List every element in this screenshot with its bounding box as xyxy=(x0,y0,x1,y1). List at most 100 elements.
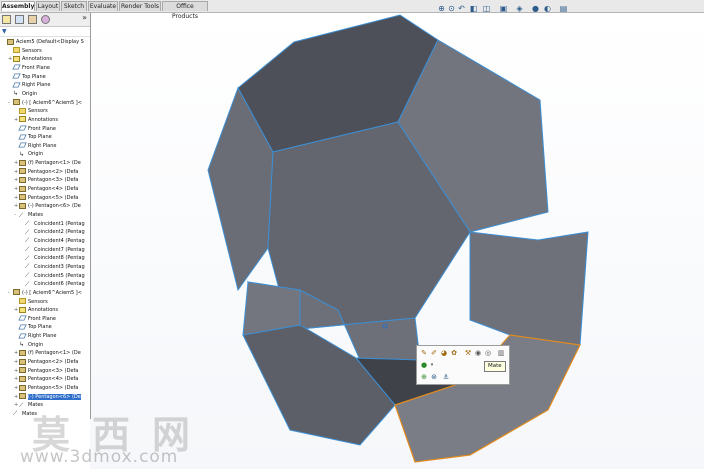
tree-item[interactable]: + Pentagon<2> (Defa xyxy=(14,168,78,177)
tree-item[interactable]: ↳ Origin xyxy=(14,150,43,159)
zoom-area-icon[interactable]: ⊙ xyxy=(447,4,456,13)
apply-scene-icon[interactable]: ◐ xyxy=(543,4,552,13)
previous-view-icon[interactable]: ↶ xyxy=(457,4,466,13)
view-settings-icon[interactable]: ▤ xyxy=(559,4,568,13)
appearance-dropdown-icon[interactable]: ▾ xyxy=(428,361,436,369)
rotate-icon[interactable]: ⊛ xyxy=(430,373,438,381)
zoom-to-fit-icon[interactable]: ⊕ xyxy=(437,4,446,13)
tree-item-label: (-) [ Aciem6^Aciem5 ]< xyxy=(22,289,82,296)
change-transparency-icon[interactable]: ◎ xyxy=(484,349,492,357)
edit-appearance-icon[interactable]: ● xyxy=(531,4,540,13)
tree-item[interactable]: ⟋ Coincident7 (Pentag xyxy=(20,246,85,255)
tree-item[interactable]: + (f) Pentagon<1> (De xyxy=(14,349,81,358)
display-manager-icon[interactable] xyxy=(41,15,50,24)
hide-show-icon[interactable]: ◈ xyxy=(515,4,524,13)
tree-item[interactable]: ↳ Origin xyxy=(14,341,43,350)
tree-item-label: Front Plane xyxy=(28,315,56,322)
tree-item[interactable]: ⟋ Coincident6 (Pentag xyxy=(20,280,85,289)
mate-icon[interactable]: ✎ xyxy=(420,349,428,357)
tree-item[interactable]: + Pentagon<4> (Defa xyxy=(14,185,78,194)
property-manager-icon[interactable] xyxy=(15,15,24,24)
part-icon xyxy=(19,168,26,175)
part-icon xyxy=(19,367,26,374)
tree-item[interactable]: + Annotations xyxy=(14,116,58,125)
tree-item[interactable]: - (-) [ Aciem6^Aciem5 ]< xyxy=(8,289,82,298)
tree-item[interactable]: Top Plane xyxy=(8,73,46,82)
tree-item[interactable]: + Pentagon<5> (Defa xyxy=(14,384,78,393)
tree-item[interactable]: Front Plane xyxy=(14,315,56,324)
plane-icon xyxy=(12,73,21,79)
tab-render-tools[interactable]: Render Tools xyxy=(119,1,161,11)
tree-item[interactable]: Right Plane xyxy=(14,332,56,341)
tree-item[interactable]: + Pentagon<2> (Defa xyxy=(14,358,78,367)
tree-item[interactable]: + (-) Pentagon<6> (De xyxy=(14,393,81,402)
hide-components-icon[interactable]: ◉ xyxy=(474,349,482,357)
tree-item[interactable]: Right Plane xyxy=(8,81,50,90)
tree-item[interactable]: Front Plane xyxy=(14,125,56,134)
tree-item[interactable]: - ⟋ Mates xyxy=(14,211,43,220)
plane-icon xyxy=(18,333,27,339)
tree-item[interactable]: Sensors xyxy=(14,107,48,116)
open-part-icon[interactable]: ◕ xyxy=(440,349,448,357)
tab-layout[interactable]: Layout xyxy=(36,1,60,11)
tree-item[interactable]: + Pentagon<5> (Defa xyxy=(14,194,78,203)
tab-evaluate[interactable]: Evaluate xyxy=(88,1,118,11)
tab-sketch[interactable]: Sketch xyxy=(61,1,87,11)
tree-item[interactable]: ⟋ Coincident8 (Pentag xyxy=(20,254,85,263)
tree-item[interactable]: + Pentagon<4> (Defa xyxy=(14,375,78,384)
feature-manager-icon[interactable] xyxy=(2,15,11,24)
dodecahedron-model[interactable] xyxy=(90,12,704,469)
tree-item-label: Coincident6 (Pentag xyxy=(34,281,85,288)
part-icon xyxy=(19,194,26,201)
expand-panel-button[interactable]: » xyxy=(82,13,87,22)
tree-item[interactable]: + Pentagon<3> (Defa xyxy=(14,367,78,376)
tree-item[interactable]: Right Plane xyxy=(14,142,56,151)
tree-item[interactable]: ↳ Origin xyxy=(8,90,37,99)
zoom-to-selection-icon[interactable]: ⊕ xyxy=(420,373,428,381)
tree-item-label: Coincident8 (Pentag xyxy=(34,255,85,262)
tree-item-label: (-) [ Aciem6^Aciem5 ]< xyxy=(22,99,82,106)
tree-item[interactable]: + Annotations xyxy=(8,55,52,64)
tree-item[interactable]: + (-) Pentagon<6> (De xyxy=(14,202,81,211)
tree-item-label: Origin xyxy=(22,90,38,97)
tree-item[interactable]: + Annotations xyxy=(14,306,58,315)
plane-icon xyxy=(18,134,27,140)
configuration-manager-icon[interactable] xyxy=(28,15,37,24)
tree-item-label: Right Plane xyxy=(28,333,57,340)
tree-item-label: Sensors xyxy=(28,108,48,115)
tree-item[interactable]: ⟋ Coincident1 (Pentag xyxy=(20,220,85,229)
tree-item[interactable]: - (-) [ Aciem6^Aciem5 ]< xyxy=(8,99,82,108)
appearance-icon[interactable]: ● xyxy=(420,361,428,369)
tab-office-products[interactable]: Office Products xyxy=(162,1,208,20)
part-icon xyxy=(19,358,26,365)
insert-component-icon[interactable]: ✿ xyxy=(450,349,458,357)
filter-icon[interactable]: ▼ xyxy=(2,28,7,35)
tree-item[interactable]: + (f) Pentagon<1> (De xyxy=(14,159,81,168)
float-icon[interactable]: ▥ xyxy=(497,349,505,357)
tree-item[interactable]: Aciem5 (Default<Display S xyxy=(2,38,84,47)
tree-item[interactable]: Top Plane xyxy=(14,323,52,332)
tree-item[interactable]: ⟋ Coincident2 (Pentag xyxy=(20,228,85,237)
folder-icon xyxy=(19,298,26,304)
tree-item[interactable]: ⟋ Coincident5 (Pentag xyxy=(20,272,85,281)
tree-item-label: (f) Pentagon<1> (De xyxy=(28,160,81,167)
tree-item-label: Annotations xyxy=(28,116,59,123)
tree-item[interactable]: ⟋ Coincident3 (Pentag xyxy=(20,263,85,272)
annot-icon xyxy=(13,55,20,62)
origin-icon[interactable]: ⚓ xyxy=(442,373,450,381)
tree-item[interactable]: Sensors xyxy=(14,298,48,307)
graphics-area[interactable] xyxy=(90,12,704,469)
assembly-transparency-icon[interactable]: ⚒ xyxy=(464,349,472,357)
tree-item[interactable]: ⟋ Coincident4 (Pentag xyxy=(20,237,85,246)
tree-item[interactable]: Front Plane xyxy=(8,64,50,73)
tab-assembly[interactable]: Assembly xyxy=(1,1,35,11)
view-orientation-icon[interactable]: ◫ xyxy=(482,4,491,13)
section-view-icon[interactable]: ◧ xyxy=(469,4,478,13)
mate-icon: ⟋ xyxy=(25,220,30,228)
display-style-icon[interactable]: ▣ xyxy=(499,4,508,13)
tree-item[interactable]: Top Plane xyxy=(14,133,52,142)
edit-part-icon[interactable]: ✐ xyxy=(430,349,438,357)
face-right[interactable] xyxy=(469,231,589,346)
tree-item[interactable]: Sensors xyxy=(8,47,42,56)
tree-item[interactable]: + Pentagon<3> (Defa xyxy=(14,176,78,185)
